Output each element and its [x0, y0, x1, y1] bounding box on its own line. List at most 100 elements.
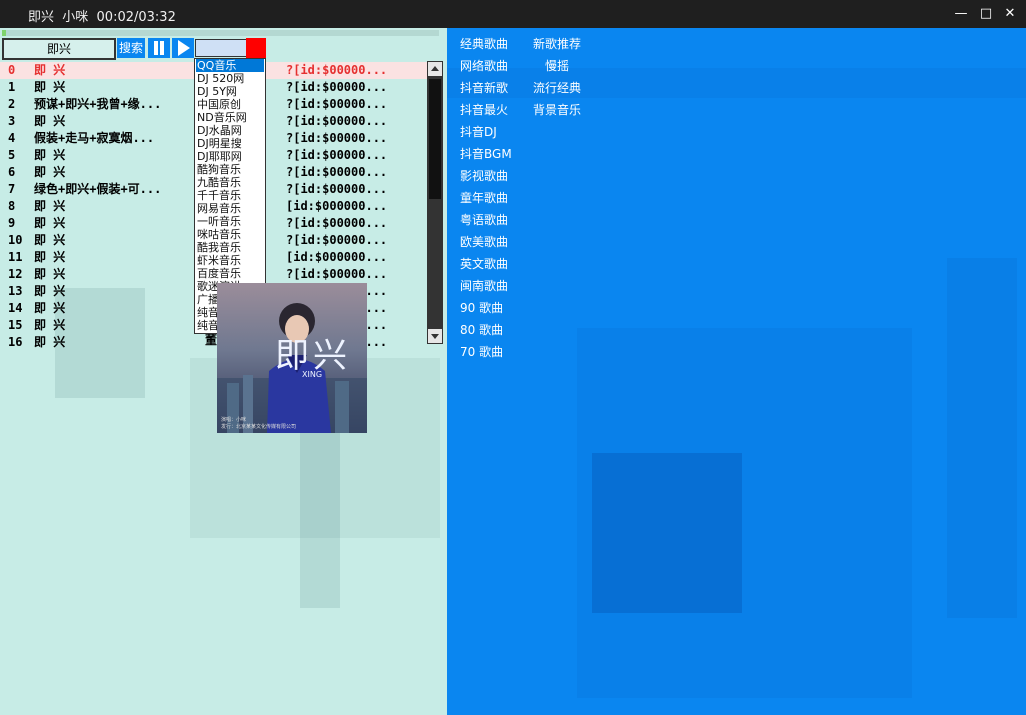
- song-index: 14: [8, 301, 23, 315]
- song-code: ?[id:$00000...: [286, 267, 388, 281]
- close-button[interactable]: ✕: [1000, 4, 1020, 24]
- window-title: 即兴 小咪 00:02/03:32: [28, 10, 176, 25]
- category-link[interactable]: 抖音DJ: [460, 123, 497, 140]
- song-title: 即 兴: [34, 165, 66, 179]
- source-option[interactable]: DJ明星搜: [197, 137, 242, 150]
- category-link[interactable]: 抖音新歌: [460, 79, 508, 96]
- song-index: 8: [8, 199, 16, 213]
- source-option[interactable]: DJ 520网: [197, 72, 244, 85]
- category-link[interactable]: 网络歌曲: [460, 57, 508, 74]
- song-code: ?[id:$00000...: [286, 165, 388, 179]
- category-link[interactable]: 英文歌曲: [460, 255, 508, 272]
- scroll-up-icon[interactable]: [428, 62, 442, 76]
- song-index: 11: [8, 250, 23, 264]
- song-index: 1: [8, 80, 16, 94]
- pause-button[interactable]: [148, 38, 170, 58]
- source-option[interactable]: 网易音乐: [197, 202, 241, 215]
- song-code: ?[id:$00000...: [286, 148, 388, 162]
- album-cover: 即兴 XING 演唱：小咪 发行：北京某某文化传媒有限公司: [217, 283, 367, 433]
- song-index: 7: [8, 182, 16, 196]
- category-link[interactable]: 80 歌曲: [460, 321, 503, 338]
- song-title: 即 兴: [34, 250, 66, 264]
- song-index: 13: [8, 284, 23, 298]
- song-title: 假装+走马+寂寞烟...: [34, 131, 155, 145]
- song-code: ?[id:$00000...: [286, 182, 388, 196]
- source-option[interactable]: DJ 5Y网: [197, 85, 237, 98]
- song-title: 即 兴: [34, 114, 66, 128]
- maximize-button[interactable]: □: [976, 4, 996, 24]
- song-index: 6: [8, 165, 16, 179]
- album-credit-text: 演唱：小咪 发行：北京某某文化传媒有限公司: [221, 417, 297, 430]
- song-index: 16: [8, 335, 23, 349]
- pause-icon: [160, 41, 164, 55]
- song-index: 2: [8, 97, 16, 111]
- song-title: 绿色+即兴+假装+可...: [34, 182, 162, 196]
- source-option[interactable]: ND音乐网: [197, 111, 247, 124]
- category-link[interactable]: 粤语歌曲: [460, 211, 508, 228]
- song-index: 4: [8, 131, 16, 145]
- category-link[interactable]: 欧美歌曲: [460, 233, 508, 250]
- category-link[interactable]: 流行经典: [533, 79, 581, 96]
- category-link[interactable]: 90 歌曲: [460, 299, 503, 316]
- scroll-thumb[interactable]: [429, 79, 441, 199]
- category-link[interactable]: 经典歌曲: [460, 35, 508, 52]
- category-link[interactable]: 背景音乐: [533, 101, 581, 118]
- background-artifact: [577, 328, 912, 698]
- category-link[interactable]: 慢摇: [545, 57, 569, 74]
- album-tag-text: XING: [302, 370, 323, 379]
- source-select[interactable]: [195, 39, 247, 57]
- source-option[interactable]: 一听音乐: [197, 215, 241, 228]
- song-title: 即 兴: [34, 318, 66, 332]
- song-title: 预谋+即兴+我曾+缘...: [34, 97, 162, 111]
- song-title: 即 兴: [34, 199, 66, 213]
- search-input[interactable]: 即兴: [2, 38, 116, 60]
- song-title: 即 兴: [34, 335, 66, 349]
- category-link[interactable]: 70 歌曲: [460, 343, 503, 360]
- source-option[interactable]: 中国原创: [197, 98, 241, 111]
- play-icon: [178, 40, 190, 56]
- play-button[interactable]: [172, 38, 194, 58]
- source-option[interactable]: 虾米音乐: [197, 254, 241, 267]
- song-title: 即 兴: [34, 284, 66, 298]
- song-index: 0: [8, 63, 16, 77]
- pause-icon: [154, 41, 158, 55]
- source-option[interactable]: 咪咕音乐: [197, 228, 241, 241]
- category-link[interactable]: 闽南歌曲: [460, 277, 508, 294]
- song-list-scrollbar[interactable]: [427, 61, 443, 344]
- category-link[interactable]: 抖音最火: [460, 101, 508, 118]
- song-index: 3: [8, 114, 16, 128]
- song-code: ?[id:$00000...: [286, 216, 388, 230]
- red-button[interactable]: [246, 38, 266, 58]
- song-index: 10: [8, 233, 23, 247]
- song-index: 12: [8, 267, 23, 281]
- category-link[interactable]: 童年歌曲: [460, 189, 508, 206]
- source-option[interactable]: QQ音乐: [196, 59, 264, 72]
- category-link[interactable]: 新歌推荐: [533, 35, 581, 52]
- category-pane: [447, 28, 1026, 715]
- song-title: 即 兴: [34, 267, 66, 281]
- playback-progress[interactable]: [2, 30, 439, 36]
- category-link[interactable]: 影视歌曲: [460, 167, 508, 184]
- song-title: 即 兴: [34, 80, 66, 94]
- song-title: 即 兴: [34, 216, 66, 230]
- source-option[interactable]: 酷我音乐: [197, 241, 241, 254]
- search-button[interactable]: 搜索: [117, 38, 145, 58]
- source-option[interactable]: DJ水晶网: [197, 124, 242, 137]
- song-title: 即 兴: [34, 233, 66, 247]
- source-option[interactable]: 千千音乐: [197, 189, 241, 202]
- song-code: [id:$000000...: [286, 250, 388, 264]
- song-code: ?[id:$00000...: [286, 97, 388, 111]
- song-index: 15: [8, 318, 23, 332]
- minimize-button[interactable]: —: [951, 4, 971, 24]
- scroll-down-icon[interactable]: [428, 329, 442, 343]
- song-title: 即 兴: [34, 63, 66, 77]
- song-code: ?[id:$00000...: [286, 233, 388, 247]
- song-code: ?[id:$00000...: [286, 63, 388, 77]
- title-bar: 即兴 小咪 00:02/03:32 — □ ✕: [0, 0, 1026, 28]
- category-link[interactable]: 抖音BGM: [460, 145, 512, 162]
- source-option[interactable]: 百度音乐: [197, 267, 241, 280]
- source-option[interactable]: 九酷音乐: [197, 176, 241, 189]
- source-option[interactable]: DJ耶耶网: [197, 150, 242, 163]
- source-option[interactable]: 酷狗音乐: [197, 163, 241, 176]
- song-code: [id:$000000...: [286, 199, 388, 213]
